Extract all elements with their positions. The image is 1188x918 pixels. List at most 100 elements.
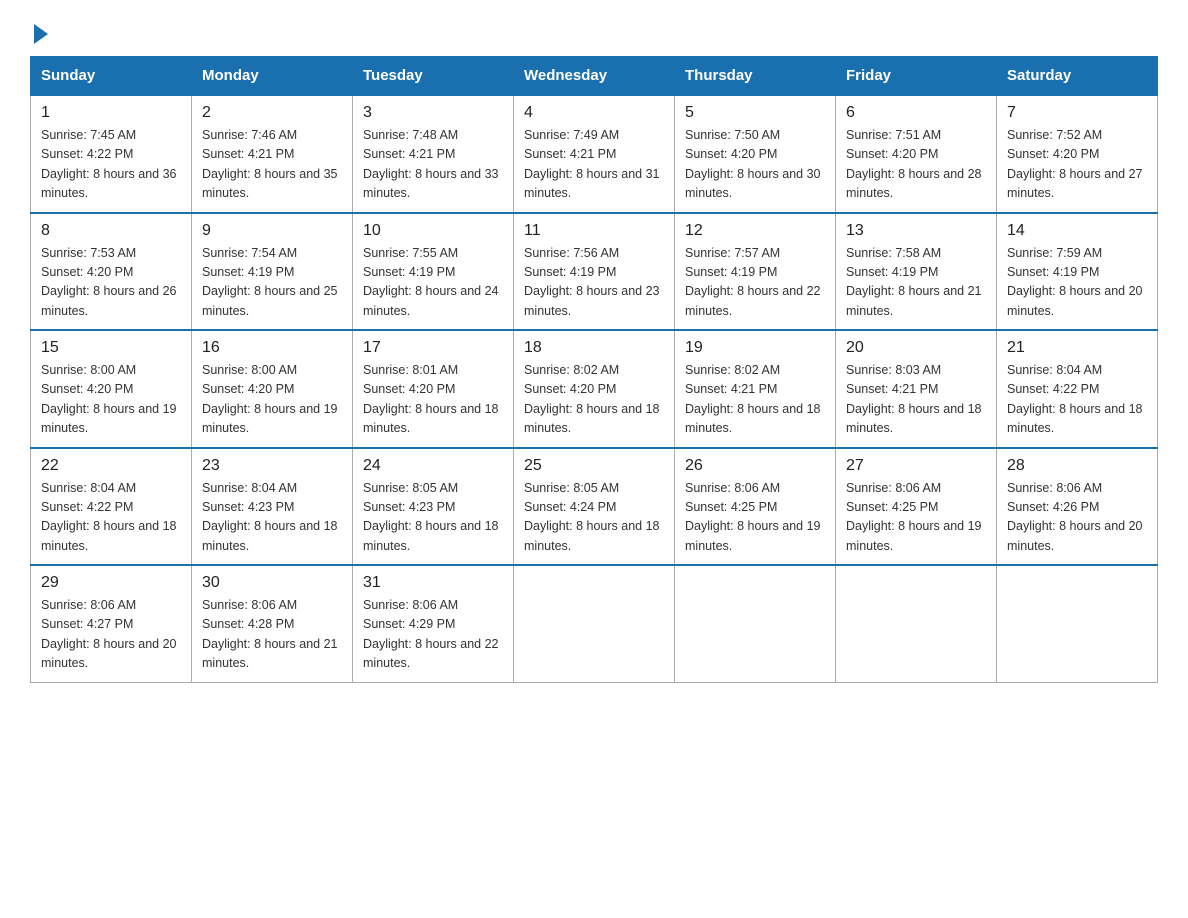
day-number: 28 [1007, 457, 1147, 475]
calendar-cell: 10 Sunrise: 7:55 AMSunset: 4:19 PMDayligh… [353, 213, 514, 331]
calendar-header-tuesday: Tuesday [353, 57, 514, 96]
calendar-cell: 3 Sunrise: 7:48 AMSunset: 4:21 PMDaylight… [353, 95, 514, 213]
calendar-cell: 12 Sunrise: 7:57 AMSunset: 4:19 PMDayligh… [675, 213, 836, 331]
calendar-header-wednesday: Wednesday [514, 57, 675, 96]
calendar-cell: 9 Sunrise: 7:54 AMSunset: 4:19 PMDaylight… [192, 213, 353, 331]
calendar-cell: 1Sunrise: 7:45 AMSunset: 4:22 PMDaylight… [31, 95, 192, 213]
day-number: 19 [685, 339, 825, 357]
calendar-week-row: 29 Sunrise: 8:06 AMSunset: 4:27 PMDayligh… [31, 565, 1158, 682]
day-info: Sunrise: 7:51 AMSunset: 4:20 PMDaylight:… [846, 126, 986, 204]
day-info: Sunrise: 8:06 AMSunset: 4:26 PMDaylight:… [1007, 479, 1147, 557]
calendar-cell: 7 Sunrise: 7:52 AMSunset: 4:20 PMDaylight… [997, 95, 1158, 213]
day-number: 29 [41, 574, 181, 592]
calendar-header-saturday: Saturday [997, 57, 1158, 96]
calendar-cell: 27Sunrise: 8:06 AMSunset: 4:25 PMDayligh… [836, 448, 997, 566]
day-number: 5 [685, 104, 825, 122]
calendar-cell: 31 Sunrise: 8:06 AMSunset: 4:29 PMDayligh… [353, 565, 514, 682]
day-info: Sunrise: 8:05 AMSunset: 4:23 PMDaylight:… [363, 479, 503, 557]
day-number: 14 [1007, 222, 1147, 240]
day-info: Sunrise: 7:57 AMSunset: 4:19 PMDaylight:… [685, 244, 825, 322]
day-info: Sunrise: 8:02 AMSunset: 4:20 PMDaylight:… [524, 361, 664, 439]
day-info: Sunrise: 8:06 AMSunset: 4:28 PMDaylight:… [202, 596, 342, 674]
day-info: Sunrise: 7:54 AMSunset: 4:19 PMDaylight:… [202, 244, 342, 322]
day-number: 9 [202, 222, 342, 240]
day-info: Sunrise: 7:58 AMSunset: 4:19 PMDaylight:… [846, 244, 986, 322]
day-info: Sunrise: 7:53 AMSunset: 4:20 PMDaylight:… [41, 244, 181, 322]
day-info: Sunrise: 8:04 AMSunset: 4:23 PMDaylight:… [202, 479, 342, 557]
day-number: 18 [524, 339, 664, 357]
calendar-cell: 22Sunrise: 8:04 AMSunset: 4:22 PMDayligh… [31, 448, 192, 566]
calendar-cell [997, 565, 1158, 682]
day-number: 7 [1007, 104, 1147, 122]
calendar-header-friday: Friday [836, 57, 997, 96]
day-info: Sunrise: 7:52 AMSunset: 4:20 PMDaylight:… [1007, 126, 1147, 204]
calendar-cell: 28 Sunrise: 8:06 AMSunset: 4:26 PMDayligh… [997, 448, 1158, 566]
calendar-table: SundayMondayTuesdayWednesdayThursdayFrid… [30, 56, 1158, 683]
day-number: 22 [41, 457, 181, 475]
day-number: 21 [1007, 339, 1147, 357]
day-number: 2 [202, 104, 342, 122]
calendar-header-thursday: Thursday [675, 57, 836, 96]
day-info: Sunrise: 8:01 AMSunset: 4:20 PMDaylight:… [363, 361, 503, 439]
calendar-cell: 23 Sunrise: 8:04 AMSunset: 4:23 PMDayligh… [192, 448, 353, 566]
calendar-header-sunday: Sunday [31, 57, 192, 96]
day-info: Sunrise: 8:00 AMSunset: 4:20 PMDaylight:… [202, 361, 342, 439]
calendar-cell: 2Sunrise: 7:46 AMSunset: 4:21 PMDaylight… [192, 95, 353, 213]
calendar-cell: 29 Sunrise: 8:06 AMSunset: 4:27 PMDayligh… [31, 565, 192, 682]
day-info: Sunrise: 8:06 AMSunset: 4:27 PMDaylight:… [41, 596, 181, 674]
page-header [30, 20, 1158, 40]
day-info: Sunrise: 8:05 AMSunset: 4:24 PMDaylight:… [524, 479, 664, 557]
day-number: 1 [41, 104, 181, 122]
logo-arrow-icon [34, 24, 48, 44]
day-info: Sunrise: 8:06 AMSunset: 4:29 PMDaylight:… [363, 596, 503, 674]
day-info: Sunrise: 7:56 AMSunset: 4:19 PMDaylight:… [524, 244, 664, 322]
calendar-cell: 17 Sunrise: 8:01 AMSunset: 4:20 PMDayligh… [353, 330, 514, 448]
day-info: Sunrise: 7:55 AMSunset: 4:19 PMDaylight:… [363, 244, 503, 322]
calendar-week-row: 8 Sunrise: 7:53 AMSunset: 4:20 PMDaylight… [31, 213, 1158, 331]
calendar-cell: 19 Sunrise: 8:02 AMSunset: 4:21 PMDayligh… [675, 330, 836, 448]
day-number: 11 [524, 222, 664, 240]
calendar-cell: 20 Sunrise: 8:03 AMSunset: 4:21 PMDayligh… [836, 330, 997, 448]
calendar-cell: 11 Sunrise: 7:56 AMSunset: 4:19 PMDayligh… [514, 213, 675, 331]
calendar-header-monday: Monday [192, 57, 353, 96]
calendar-cell: 25 Sunrise: 8:05 AMSunset: 4:24 PMDayligh… [514, 448, 675, 566]
day-number: 25 [524, 457, 664, 475]
calendar-cell: 13 Sunrise: 7:58 AMSunset: 4:19 PMDayligh… [836, 213, 997, 331]
day-info: Sunrise: 8:03 AMSunset: 4:21 PMDaylight:… [846, 361, 986, 439]
day-number: 31 [363, 574, 503, 592]
day-number: 15 [41, 339, 181, 357]
calendar-cell [675, 565, 836, 682]
day-number: 4 [524, 104, 664, 122]
day-info: Sunrise: 8:04 AMSunset: 4:22 PMDaylight:… [1007, 361, 1147, 439]
day-info: Sunrise: 7:59 AMSunset: 4:19 PMDaylight:… [1007, 244, 1147, 322]
day-info: Sunrise: 8:06 AMSunset: 4:25 PMDaylight:… [846, 479, 986, 557]
calendar-cell: 21 Sunrise: 8:04 AMSunset: 4:22 PMDayligh… [997, 330, 1158, 448]
day-number: 8 [41, 222, 181, 240]
day-number: 6 [846, 104, 986, 122]
logo [30, 20, 48, 40]
calendar-cell: 18 Sunrise: 8:02 AMSunset: 4:20 PMDayligh… [514, 330, 675, 448]
day-info: Sunrise: 7:48 AMSunset: 4:21 PMDaylight:… [363, 126, 503, 204]
day-number: 26 [685, 457, 825, 475]
day-number: 20 [846, 339, 986, 357]
day-number: 30 [202, 574, 342, 592]
day-number: 10 [363, 222, 503, 240]
calendar-cell: 14 Sunrise: 7:59 AMSunset: 4:19 PMDayligh… [997, 213, 1158, 331]
day-info: Sunrise: 7:49 AMSunset: 4:21 PMDaylight:… [524, 126, 664, 204]
day-info: Sunrise: 8:00 AMSunset: 4:20 PMDaylight:… [41, 361, 181, 439]
calendar-cell: 4 Sunrise: 7:49 AMSunset: 4:21 PMDaylight… [514, 95, 675, 213]
day-number: 24 [363, 457, 503, 475]
day-number: 23 [202, 457, 342, 475]
day-info: Sunrise: 7:50 AMSunset: 4:20 PMDaylight:… [685, 126, 825, 204]
day-number: 12 [685, 222, 825, 240]
calendar-cell: 16Sunrise: 8:00 AMSunset: 4:20 PMDayligh… [192, 330, 353, 448]
calendar-cell: 30 Sunrise: 8:06 AMSunset: 4:28 PMDayligh… [192, 565, 353, 682]
calendar-cell: 24 Sunrise: 8:05 AMSunset: 4:23 PMDayligh… [353, 448, 514, 566]
calendar-header-row: SundayMondayTuesdayWednesdayThursdayFrid… [31, 57, 1158, 96]
calendar-week-row: 15 Sunrise: 8:00 AMSunset: 4:20 PMDayligh… [31, 330, 1158, 448]
day-number: 3 [363, 104, 503, 122]
day-info: Sunrise: 8:02 AMSunset: 4:21 PMDaylight:… [685, 361, 825, 439]
calendar-cell: 15 Sunrise: 8:00 AMSunset: 4:20 PMDayligh… [31, 330, 192, 448]
day-number: 13 [846, 222, 986, 240]
day-number: 17 [363, 339, 503, 357]
